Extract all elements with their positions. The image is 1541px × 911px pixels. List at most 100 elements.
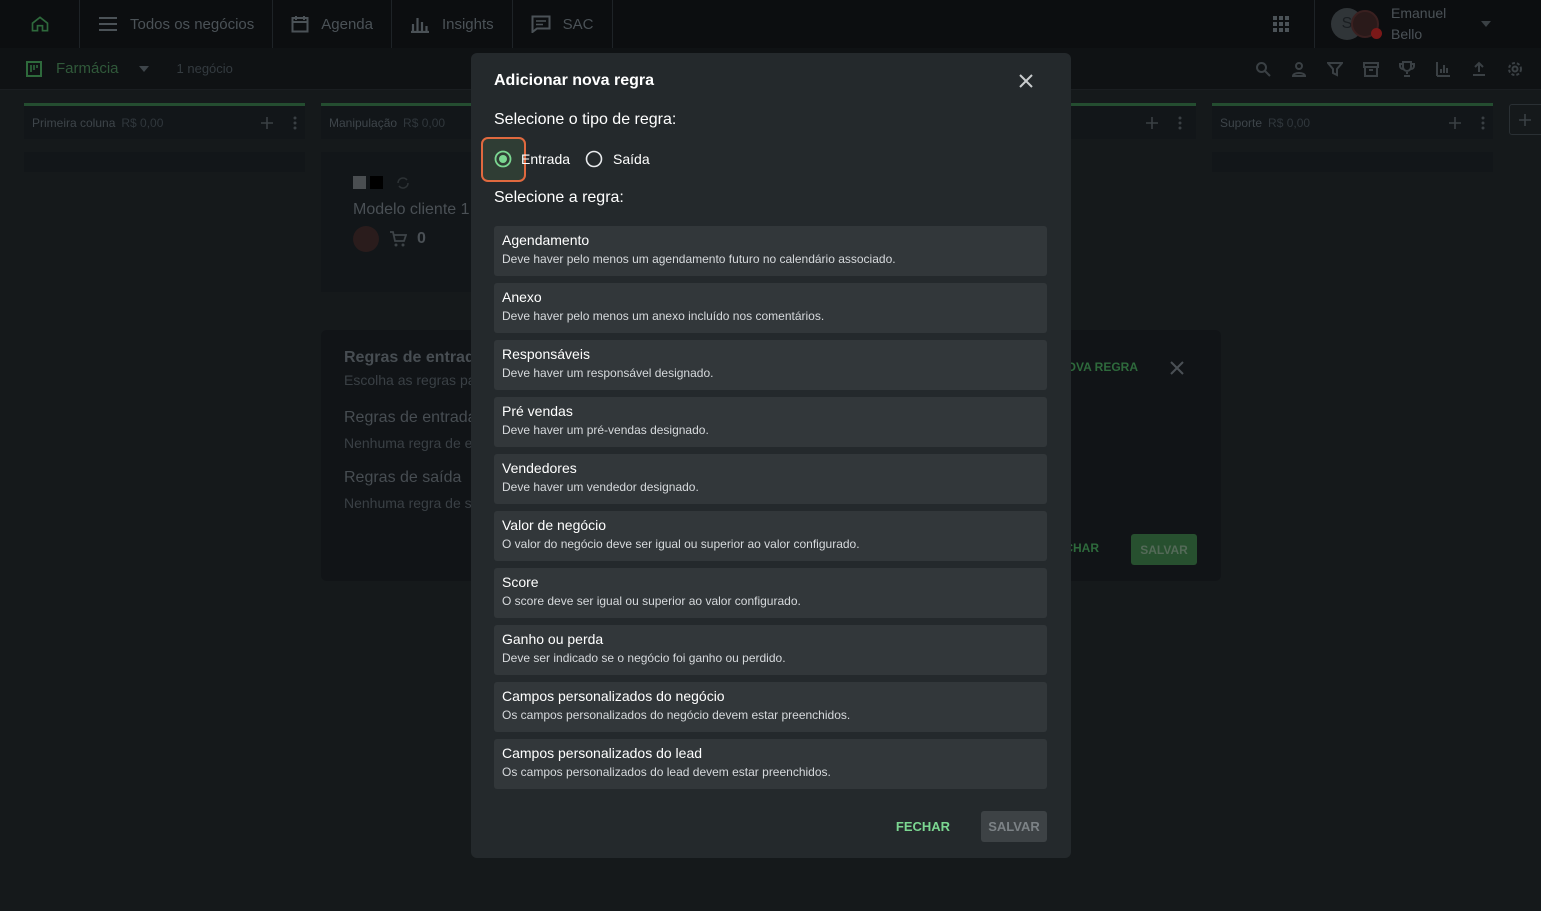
nav-label: Insights [441,15,494,33]
close-icon[interactable] [1016,71,1036,91]
rule-description: Os campos personalizados do lead devem e… [502,765,831,779]
pipeline-name: Farmácia [56,60,119,77]
panel-fechar-button[interactable]: FECHAR [1071,541,1101,557]
nova-regra-button[interactable]: NOVA REGRA [1071,360,1141,376]
menu-icon [99,17,117,31]
rule-description: O score deve ser igual ou superior ao va… [502,594,801,608]
product-count: 0 [417,230,426,247]
rule-option-campos-lead[interactable]: Campos personalizados do lead Os campos p… [494,739,1047,789]
rule-title: Anexo [502,289,542,305]
rule-option-vendedores[interactable]: Vendedores Deve haver um vendedor designa… [494,454,1047,504]
rule-description: Deve haver pelo menos um anexo incluído … [502,309,825,323]
rule-option-ganho-perda[interactable]: Ganho ou perda Deve ser indicado se o neg… [494,625,1047,675]
rule-option-campos-negocio[interactable]: Campos personalizados do negócio Os campo… [494,682,1047,732]
rule-description: Deve haver um pré-vendas designado. [502,423,709,437]
rule-title: Campos personalizados do negócio [502,688,725,704]
apps-grid-icon[interactable] [1272,15,1290,33]
column-value: R$ 0,00 [1268,115,1311,130]
plus-icon [1519,113,1531,126]
close-button[interactable]: FECHAR [887,811,959,841]
home-icon [31,16,48,32]
rule-title: Score [502,574,539,590]
chevron-down-icon [1481,21,1491,27]
user-filter-icon[interactable] [1291,61,1307,77]
plus-icon[interactable] [1449,116,1461,129]
pipeline-selector[interactable]: Farmácia [0,60,149,77]
radio-label: Saída [613,151,650,167]
rule-option-score[interactable]: Score O score deve ser igual ou superior … [494,568,1047,618]
panel-fechar-label: FECHAR [1071,541,1099,555]
chat-icon [531,15,551,33]
column-name: Primeira coluna [32,115,116,130]
gear-icon[interactable] [1507,61,1523,77]
rule-option-agendamento[interactable]: Agendamento Deve haver pelo menos um agen… [494,226,1047,276]
deal-card[interactable]: Modelo cliente 1 0 [337,157,477,262]
avatar [353,226,379,252]
cart-icon [390,231,407,247]
column-header: Primeira coluna R$ 0,00 [24,103,305,139]
dialog-title: Adicionar nova regra [494,72,655,89]
archive-icon[interactable] [1363,61,1379,77]
tag-swatch [370,176,383,189]
plus-icon[interactable] [261,116,273,129]
rule-title: Pré vendas [502,403,573,419]
rule-title: Vendedores [502,460,577,476]
empty-saida: Nenhuma regra de saída [344,495,471,511]
panel-title: Regras de entrada [344,349,474,366]
radio-checked-icon [494,150,512,168]
rule-type-radio-group: Entrada Saída [494,148,650,170]
radio-unchecked-icon [585,150,603,168]
trophy-icon[interactable] [1399,61,1415,77]
add-rule-dialog: Adicionar nova regra Selecione o tipo de… [471,53,1071,858]
rule-option-responsaveis[interactable]: Responsáveis Deve haver um responsável de… [494,340,1047,390]
nav-todos-negocios[interactable]: Todos os negócios [80,0,274,48]
rule-option-pre-vendas[interactable]: Pré vendas Deve haver um pré-vendas desig… [494,397,1047,447]
nav-insights[interactable]: Insights [392,0,513,48]
board-icon [26,60,42,77]
user-menu[interactable]: S Emanuel Bello [1314,0,1541,48]
panel-subtitle: Escolha as regras para [344,372,471,388]
nav-label: SAC [562,15,594,33]
rule-option-anexo[interactable]: Anexo Deve haver pelo menos um anexo incl… [494,283,1047,333]
radio-entrada[interactable]: Entrada [494,150,570,168]
rule-list: Agendamento Deve haver pelo menos um agen… [494,226,1047,796]
home-button[interactable] [0,0,80,48]
radio-label: Entrada [521,151,571,167]
rule-description: Deve haver um responsável designado. [502,366,714,380]
more-vertical-icon[interactable] [1178,116,1182,130]
panel-salvar-button[interactable]: SALVAR [1131,534,1197,565]
column-body [24,152,305,172]
rule-title: Valor de negócio [502,517,607,533]
rule-option-valor-negocio[interactable]: Valor de negócio O valor do negócio deve … [494,511,1047,561]
column-header: Suporte R$ 0,00 [1212,103,1493,139]
chart-icon[interactable] [1435,61,1451,77]
column-value: R$ 0,00 [121,115,164,130]
status-dot [1371,28,1382,39]
filter-icon[interactable] [1327,61,1343,77]
user-last-name: Bello [1391,26,1423,42]
chevron-down-icon [138,65,149,72]
close-icon[interactable] [1170,361,1184,375]
save-button[interactable]: SALVAR [981,811,1047,842]
more-vertical-icon[interactable] [293,116,297,130]
nav-agenda[interactable]: Agenda [273,0,392,48]
column-body [1212,152,1493,172]
upload-icon[interactable] [1471,61,1487,77]
nova-regra-label: NOVA REGRA [1071,360,1138,374]
radio-saida[interactable]: Saída [585,150,650,168]
rule-type-label: Selecione o tipo de regra: [494,111,677,128]
nav-sac[interactable]: SAC [513,0,613,48]
rule-description: Deve haver pelo menos um agendamento fut… [502,252,896,266]
rule-title: Agendamento [502,232,590,248]
deal-count: 1 negócio [176,61,233,76]
more-vertical-icon[interactable] [1481,116,1485,130]
section-saida-title: Regras de saída [344,469,462,486]
add-column-button[interactable] [1509,104,1541,135]
plus-icon[interactable] [1146,116,1158,129]
column-header: Manipulação R$ 0,00 [321,103,481,139]
rule-title: Campos personalizados do lead [502,745,703,761]
rule-title: Responsáveis [502,346,590,362]
rule-select-label: Selecione a regra: [494,189,624,206]
rule-description: Os campos personalizados do negócio deve… [502,708,851,722]
search-icon[interactable] [1255,61,1271,77]
